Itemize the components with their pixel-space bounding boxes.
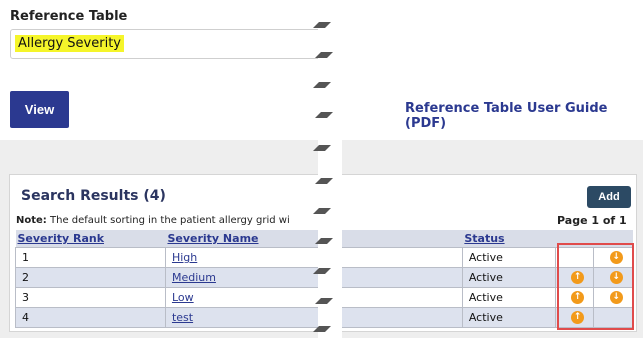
column-header-status[interactable]: Status: [462, 230, 556, 248]
severity-name-cell: test: [164, 307, 463, 328]
severity-rank-cell: 1: [15, 247, 166, 268]
severity-rank-cell: 2: [15, 267, 166, 288]
status-cell: Active: [461, 307, 556, 328]
view-button[interactable]: View: [10, 91, 69, 128]
severity-name-cell: Medium: [164, 267, 463, 288]
status-cell: Active: [461, 267, 556, 288]
note-text: The default sorting in the patient aller…: [46, 215, 290, 226]
severity-name-cell: Low: [164, 287, 463, 308]
highlight-annotation-box: [557, 243, 634, 330]
severity-rank-cell: 3: [15, 287, 166, 308]
column-header-rank[interactable]: Severity Rank: [15, 230, 166, 248]
severity-name-cell: High: [164, 247, 463, 268]
reference-table-label: Reference Table: [10, 9, 128, 24]
severity-name-link[interactable]: test: [172, 311, 193, 324]
severity-name-link[interactable]: High: [172, 251, 197, 264]
page-indicator: Page 1 of 1: [557, 214, 627, 227]
add-button[interactable]: Add: [587, 186, 631, 208]
sorting-note: Note: The default sorting in the patient…: [16, 215, 336, 226]
severity-name-link[interactable]: Low: [172, 291, 194, 304]
column-header-name[interactable]: Severity Name: [165, 230, 463, 248]
status-cell: Active: [461, 287, 556, 308]
severity-name-link[interactable]: Medium: [172, 271, 216, 284]
reference-table-value: Allergy Severity: [15, 35, 124, 52]
user-guide-link[interactable]: Reference Table User Guide (PDF): [405, 101, 643, 131]
note-label: Note:: [16, 215, 47, 226]
status-cell: Active: [461, 247, 556, 268]
reference-table-select[interactable]: Allergy Severity: [10, 29, 335, 59]
severity-rank-cell: 4: [15, 307, 166, 328]
search-results-title: Search Results (4): [21, 188, 166, 204]
